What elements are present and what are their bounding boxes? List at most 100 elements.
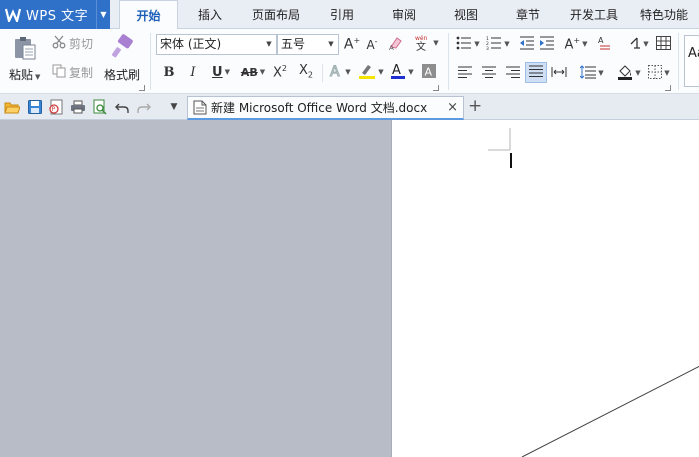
pinyin-dropdown-icon[interactable]: ▼ bbox=[433, 39, 438, 47]
sort-button[interactable]: A bbox=[596, 34, 614, 54]
tab-special-features[interactable]: 特色功能 bbox=[632, 0, 696, 29]
numbering-dropdown-icon[interactable]: ▼ bbox=[504, 40, 509, 48]
format-painter-button[interactable] bbox=[108, 33, 136, 62]
font-size-select[interactable]: 五号 ▼ bbox=[277, 34, 339, 55]
svg-text:wén: wén bbox=[415, 35, 428, 42]
group-separator bbox=[150, 33, 151, 90]
underline-icon: U bbox=[212, 64, 223, 80]
pinyin-guide-button[interactable]: wén 文 ▼ bbox=[411, 33, 441, 53]
clear-format-button[interactable]: A bbox=[387, 35, 405, 53]
undo-icon[interactable] bbox=[114, 99, 130, 115]
numbered-list-icon: 123 bbox=[486, 36, 502, 53]
paste-dropdown-icon[interactable]: ▼ bbox=[35, 73, 40, 81]
grow-font-button[interactable]: A+ bbox=[343, 35, 361, 53]
text-effect-button[interactable]: A ▼ bbox=[326, 62, 354, 82]
strikethrough-button[interactable]: AB ▼ bbox=[238, 62, 268, 82]
sort-icon: A bbox=[597, 35, 613, 54]
italic-button[interactable]: I bbox=[184, 62, 202, 82]
copy-icon bbox=[52, 64, 66, 81]
bullets-dropdown-icon[interactable]: ▼ bbox=[474, 40, 479, 48]
character-shading-button[interactable]: A bbox=[419, 62, 439, 82]
change-case-button[interactable]: A+ ▼ bbox=[562, 34, 590, 54]
close-tab-icon[interactable]: × bbox=[447, 100, 458, 115]
print-preview-icon[interactable] bbox=[92, 99, 108, 115]
clipboard-group-launcher-icon[interactable] bbox=[139, 85, 145, 91]
underline-button[interactable]: U ▼ bbox=[207, 62, 235, 82]
paragraph-marks-button[interactable]: ▼ bbox=[624, 34, 652, 54]
justify-button[interactable] bbox=[525, 62, 547, 83]
decrease-indent-button[interactable] bbox=[518, 34, 536, 54]
document-page[interactable] bbox=[391, 120, 699, 457]
highlight-button[interactable]: ▼ bbox=[356, 62, 386, 82]
tab-developer-tools[interactable]: 开发工具 bbox=[562, 0, 626, 29]
distributed-align-button[interactable] bbox=[550, 63, 568, 83]
quick-access-bar: P ▼ 新建 Microsoft Office Word 文档.docx × + bbox=[0, 94, 699, 120]
tab-insert[interactable]: 插入 bbox=[186, 0, 234, 29]
style-gallery[interactable]: Aa bbox=[684, 35, 699, 87]
pinyin-icon: wén 文 bbox=[413, 33, 431, 54]
cut-button[interactable]: 剪切 bbox=[52, 34, 93, 52]
change-case-dropdown-icon[interactable]: ▼ bbox=[582, 40, 587, 48]
app-menu-button[interactable]: WPS 文字 ▼ bbox=[0, 0, 110, 29]
tab-home[interactable]: 开始 bbox=[119, 0, 178, 30]
tab-references[interactable]: 引用 bbox=[318, 0, 366, 29]
tab-review[interactable]: 审阅 bbox=[380, 0, 428, 29]
font-color-button[interactable]: A ▼ bbox=[388, 62, 416, 82]
font-group-launcher-icon[interactable] bbox=[433, 85, 439, 91]
bullets-button[interactable]: ▼ bbox=[454, 34, 482, 54]
line-spacing-dropdown-icon[interactable]: ▼ bbox=[598, 69, 603, 77]
redo-icon[interactable] bbox=[136, 99, 152, 115]
font-family-select[interactable]: 宋体 (正文) ▼ bbox=[156, 34, 277, 55]
numbering-button[interactable]: 123 ▼ bbox=[484, 34, 512, 54]
underline-dropdown-icon[interactable]: ▼ bbox=[225, 68, 230, 76]
text-effect-icon: A bbox=[329, 63, 343, 82]
text-effect-dropdown-icon[interactable]: ▼ bbox=[345, 68, 350, 76]
shrink-font-button[interactable]: A- bbox=[363, 35, 381, 53]
paste-icon bbox=[12, 35, 38, 64]
shading-dropdown-icon[interactable]: ▼ bbox=[635, 69, 640, 77]
paste-label-wrap[interactable]: 粘贴 ▼ bbox=[9, 66, 40, 83]
justify-icon bbox=[529, 65, 543, 80]
document-tab-name: 新建 Microsoft Office Word 文档.docx bbox=[211, 101, 428, 115]
new-tab-icon[interactable]: + bbox=[468, 96, 482, 116]
open-folder-icon[interactable] bbox=[4, 99, 20, 115]
bold-icon: B bbox=[163, 64, 175, 80]
paste-button[interactable] bbox=[10, 35, 40, 63]
tab-chapter[interactable]: 章节 bbox=[504, 0, 552, 29]
borders-button[interactable]: ▼ bbox=[645, 63, 673, 83]
tab-view[interactable]: 视图 bbox=[442, 0, 490, 29]
font-size-dropdown-icon[interactable]: ▼ bbox=[326, 35, 336, 54]
borders-dropdown-icon[interactable]: ▼ bbox=[664, 69, 669, 77]
copy-button[interactable]: 复制 bbox=[52, 63, 93, 81]
font-color-dropdown-icon[interactable]: ▼ bbox=[408, 68, 413, 76]
document-tab[interactable]: 新建 Microsoft Office Word 文档.docx × bbox=[187, 96, 464, 120]
tab-page-layout[interactable]: 页面布局 bbox=[243, 0, 309, 29]
paste-label: 粘贴 bbox=[9, 68, 34, 82]
line-spacing-button[interactable]: ▼ bbox=[578, 63, 606, 83]
subscript-icon: X2 bbox=[299, 63, 313, 80]
clear-format-icon: A bbox=[388, 35, 404, 54]
save-icon[interactable] bbox=[27, 99, 43, 115]
increase-indent-button[interactable] bbox=[538, 34, 556, 54]
align-left-button[interactable] bbox=[456, 63, 474, 83]
subscript-button[interactable]: X2 bbox=[296, 62, 316, 82]
highlight-dropdown-icon[interactable]: ▼ bbox=[378, 68, 383, 76]
app-menu-dropdown-icon[interactable]: ▼ bbox=[96, 0, 110, 29]
print-icon[interactable] bbox=[70, 99, 86, 115]
export-pdf-icon[interactable]: P bbox=[48, 99, 64, 115]
customize-quick-access-icon[interactable]: ▼ bbox=[166, 99, 182, 115]
superscript-button[interactable]: X2 bbox=[270, 62, 290, 82]
align-right-button[interactable] bbox=[504, 63, 522, 83]
wps-logo-icon bbox=[5, 7, 21, 23]
align-center-button[interactable] bbox=[480, 63, 498, 83]
paragraph-group-launcher-icon[interactable] bbox=[665, 85, 671, 91]
group-separator bbox=[678, 33, 679, 90]
table-button[interactable] bbox=[654, 34, 672, 54]
bold-button[interactable]: B bbox=[160, 62, 178, 82]
strikethrough-dropdown-icon[interactable]: ▼ bbox=[260, 68, 265, 76]
paragraph-marks-dropdown-icon[interactable]: ▼ bbox=[643, 40, 648, 48]
font-family-dropdown-icon[interactable]: ▼ bbox=[264, 35, 274, 54]
format-painter-label: 格式刷 bbox=[104, 68, 141, 82]
shading-button[interactable]: ▼ bbox=[614, 63, 644, 83]
borders-icon bbox=[648, 64, 663, 82]
